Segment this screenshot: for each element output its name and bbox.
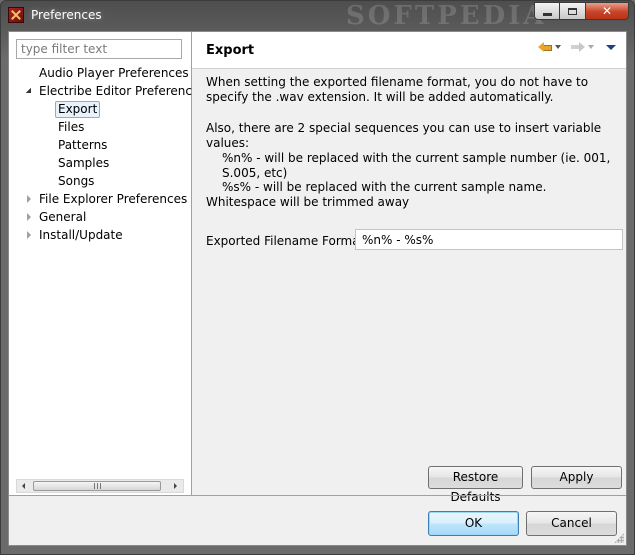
tree-item-label: Audio Player Preferences [39,66,189,80]
tree-item-label: Electribe Editor Preferences [39,84,206,98]
expand-toggle-file-explorer[interactable] [25,190,35,208]
tree-horizontal-scrollbar[interactable] [16,479,184,493]
restore-defaults-button[interactable]: Restore Defaults [428,466,523,504]
title-bar[interactable]: Preferences SOFTPEDIA ✕ [1,1,634,31]
tree-item-label: Samples [58,156,110,170]
tree-item-label: File Explorer Preferences [39,192,188,206]
expand-arrow-icon [27,213,31,221]
description-paragraph: %s% - will be replaced with the current … [206,180,547,209]
maximize-button[interactable] [560,2,586,20]
tree-item-audio-player-preferences[interactable]: Audio Player Preferences [39,64,189,82]
filename-format-input[interactable] [355,229,623,250]
tree-item-label: Patterns [58,138,108,152]
tree-item-label: General [39,210,87,224]
dialog-body: Audio Player Preferences Electribe Edito… [8,31,627,546]
back-arrow-icon[interactable] [538,41,552,53]
tree-item-label: Install/Update [39,228,123,242]
divider [9,495,626,496]
forward-history-chevron-down-icon[interactable] [588,45,594,49]
close-button[interactable]: ✕ [586,2,629,20]
scroll-right-button[interactable] [169,480,183,492]
back-history-chevron-down-icon[interactable] [555,45,561,49]
collapse-arrow-icon [26,88,31,93]
description-paragraph: Also, there are 2 special sequences you … [206,121,602,150]
preferences-tree-pane: Audio Player Preferences Electribe Edito… [9,32,206,495]
filter-input[interactable] [16,39,182,59]
expand-arrow-icon [27,231,31,239]
page-title: Export [206,43,255,58]
forward-arrow-icon[interactable] [571,41,585,53]
apply-button[interactable]: Apply [531,466,622,489]
tree-item-file-explorer-preferences[interactable]: File Explorer Preferences [39,190,187,208]
grip-icon [93,483,101,489]
tree-item-songs[interactable]: Songs [58,172,94,190]
tree-item-patterns[interactable]: Patterns [58,136,107,154]
view-menu-icon[interactable] [606,44,616,50]
ok-button[interactable]: OK [428,511,519,536]
scroll-left-button[interactable] [17,480,31,492]
page-header: Export [192,32,626,69]
tree-item-label: Songs [58,174,95,188]
tree-item-electribe-editor-preferences[interactable]: Electribe Editor Preferences [39,82,206,100]
expand-arrow-icon [27,195,31,203]
filename-format-label: Exported Filename Format: [206,234,369,248]
tree-item-samples[interactable]: Samples [58,154,109,172]
tree-item-files[interactable]: Files [58,118,84,136]
cancel-button[interactable]: Cancel [526,511,617,536]
tree-item-install-update[interactable]: Install/Update [39,226,123,244]
scroll-thumb[interactable] [33,481,161,491]
app-icon [8,7,24,23]
window-title: Preferences [31,8,102,22]
minimize-icon [542,12,552,16]
watermark-logo: SOFTPEDIA [346,1,547,31]
tree-item-label: Files [58,120,85,134]
preferences-window: Preferences SOFTPEDIA ✕ Audio Player Pre… [0,0,635,555]
expand-toggle-general[interactable] [25,208,35,226]
minimize-button[interactable] [534,2,560,20]
description-paragraph: When setting the exported filename forma… [206,75,589,104]
tree-item-export[interactable]: Export [55,100,101,118]
close-icon: ✕ [601,4,613,18]
tree-item-label-selected: Export [55,101,101,118]
tree-item-general[interactable]: General [39,208,86,226]
description-paragraph: %n% - will be replaced with the current … [222,151,611,180]
caption-buttons: ✕ [534,2,629,21]
maximize-icon [568,7,577,15]
page-nav-toolbar [538,41,616,53]
preference-page: Export When setting the exported filenam… [192,32,626,504]
collapse-toggle-electribe[interactable] [25,82,35,100]
expand-toggle-install-update[interactable] [25,226,35,244]
